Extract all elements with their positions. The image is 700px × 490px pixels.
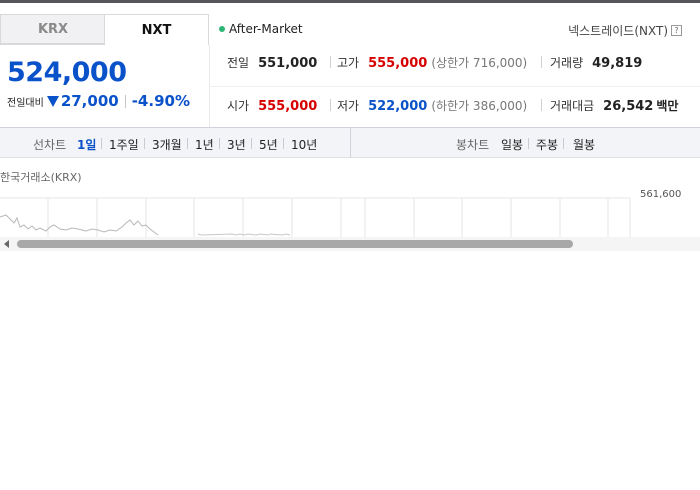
stat-separator xyxy=(541,56,542,68)
change-amount: 27,000 xyxy=(60,92,119,110)
stat-label: 거래대금 xyxy=(550,99,595,113)
period-3y[interactable]: 3년 xyxy=(227,136,246,153)
change-label: 전일대비 xyxy=(7,97,44,109)
stat-value: 555,000 xyxy=(258,99,318,114)
market-tabs: KRX NXT xyxy=(0,14,210,45)
toolbar-separator xyxy=(144,138,145,149)
stats-row-divider xyxy=(209,86,700,87)
top-border xyxy=(0,0,700,3)
stat-amount: 거래대금 26,542 백만 xyxy=(550,97,678,114)
stat-upper-limit: (상한가 716,000) xyxy=(431,56,528,70)
stat-separator xyxy=(541,99,542,111)
period-10y[interactable]: 10년 xyxy=(291,136,317,153)
session-label: After-Market xyxy=(229,22,303,36)
tab-divider xyxy=(0,44,105,45)
stat-label: 고가 xyxy=(337,56,360,70)
session-status: After-Market xyxy=(219,22,303,36)
tab-nxt[interactable]: NXT xyxy=(104,14,209,45)
period-1d[interactable]: 1일 xyxy=(77,136,96,153)
toolbar-separator xyxy=(187,138,188,149)
stat-label: 거래량 xyxy=(550,56,584,70)
stat-value: 522,000 xyxy=(368,99,428,114)
change-percent: -4.90% xyxy=(131,92,190,110)
chart-gridlines xyxy=(0,197,631,237)
toolbar-separator xyxy=(563,138,564,149)
stat-label: 시가 xyxy=(227,99,250,113)
candle-chart-label: 봉차트 xyxy=(456,138,490,152)
candle-daily[interactable]: 일봉 xyxy=(501,136,523,153)
stat-low: 저가 522,000 (하한가 386,000) xyxy=(337,97,527,114)
scroll-thumb[interactable] xyxy=(17,240,573,248)
stat-prev-close: 전일 551,000 xyxy=(227,54,317,71)
period-1w[interactable]: 1주일 xyxy=(109,136,139,153)
stat-value: 555,000 xyxy=(368,56,428,71)
stat-separator xyxy=(330,56,331,68)
chart-scrollbar[interactable] xyxy=(0,237,700,251)
nxt-help-link[interactable]: 넥스트레이드(NXT) ? xyxy=(568,22,682,39)
period-5y[interactable]: 5년 xyxy=(259,136,278,153)
session-dot-icon xyxy=(219,26,225,32)
price-line-minor xyxy=(197,233,291,236)
period-3m[interactable]: 3개월 xyxy=(152,136,182,153)
price-chart xyxy=(0,197,631,237)
stat-value: 26,542 xyxy=(603,99,654,114)
toolbar-separator xyxy=(101,138,102,149)
stat-lower-limit: (하한가 386,000) xyxy=(431,99,528,113)
stat-label: 저가 xyxy=(337,99,360,113)
nxt-help-label: 넥스트레이드(NXT) xyxy=(568,24,668,38)
candle-monthly[interactable]: 월봉 xyxy=(573,136,595,153)
candle-weekly[interactable]: 주봉 xyxy=(536,136,558,153)
question-icon[interactable]: ? xyxy=(671,25,682,36)
stat-label: 전일 xyxy=(227,56,250,70)
toolbar-separator xyxy=(219,138,220,149)
stat-separator xyxy=(330,99,331,111)
stat-high: 고가 555,000 (상한가 716,000) xyxy=(337,54,527,71)
stat-value: 49,819 xyxy=(592,56,643,71)
stat-unit: 백만 xyxy=(656,99,679,113)
toolbar-separator xyxy=(251,138,252,149)
stat-value: 551,000 xyxy=(258,56,318,71)
toolbar-separator xyxy=(528,138,529,149)
chart-toolbar: 선차트 1일 1주일 3개월 1년 3년 5년 10년 봉차트 일봉 주봉 월봉 xyxy=(0,127,700,158)
scroll-left-icon[interactable] xyxy=(4,240,9,248)
stat-volume: 거래량 49,819 xyxy=(550,54,642,71)
exchange-label: 한국거래소(KRX) xyxy=(0,171,82,184)
change-separator xyxy=(124,94,126,108)
line-chart-label: 선차트 xyxy=(33,138,67,152)
toolbar-separator xyxy=(283,138,284,149)
toolbar-divider xyxy=(350,128,351,158)
period-1y[interactable]: 1년 xyxy=(195,136,214,153)
stat-open: 시가 555,000 xyxy=(227,97,317,114)
price-line xyxy=(0,214,159,236)
tab-krx[interactable]: KRX xyxy=(0,14,105,44)
price-change: 전일대비 27,000 -4.90% xyxy=(7,92,190,110)
down-triangle-icon xyxy=(46,95,59,107)
current-price: 524,000 xyxy=(7,57,127,88)
